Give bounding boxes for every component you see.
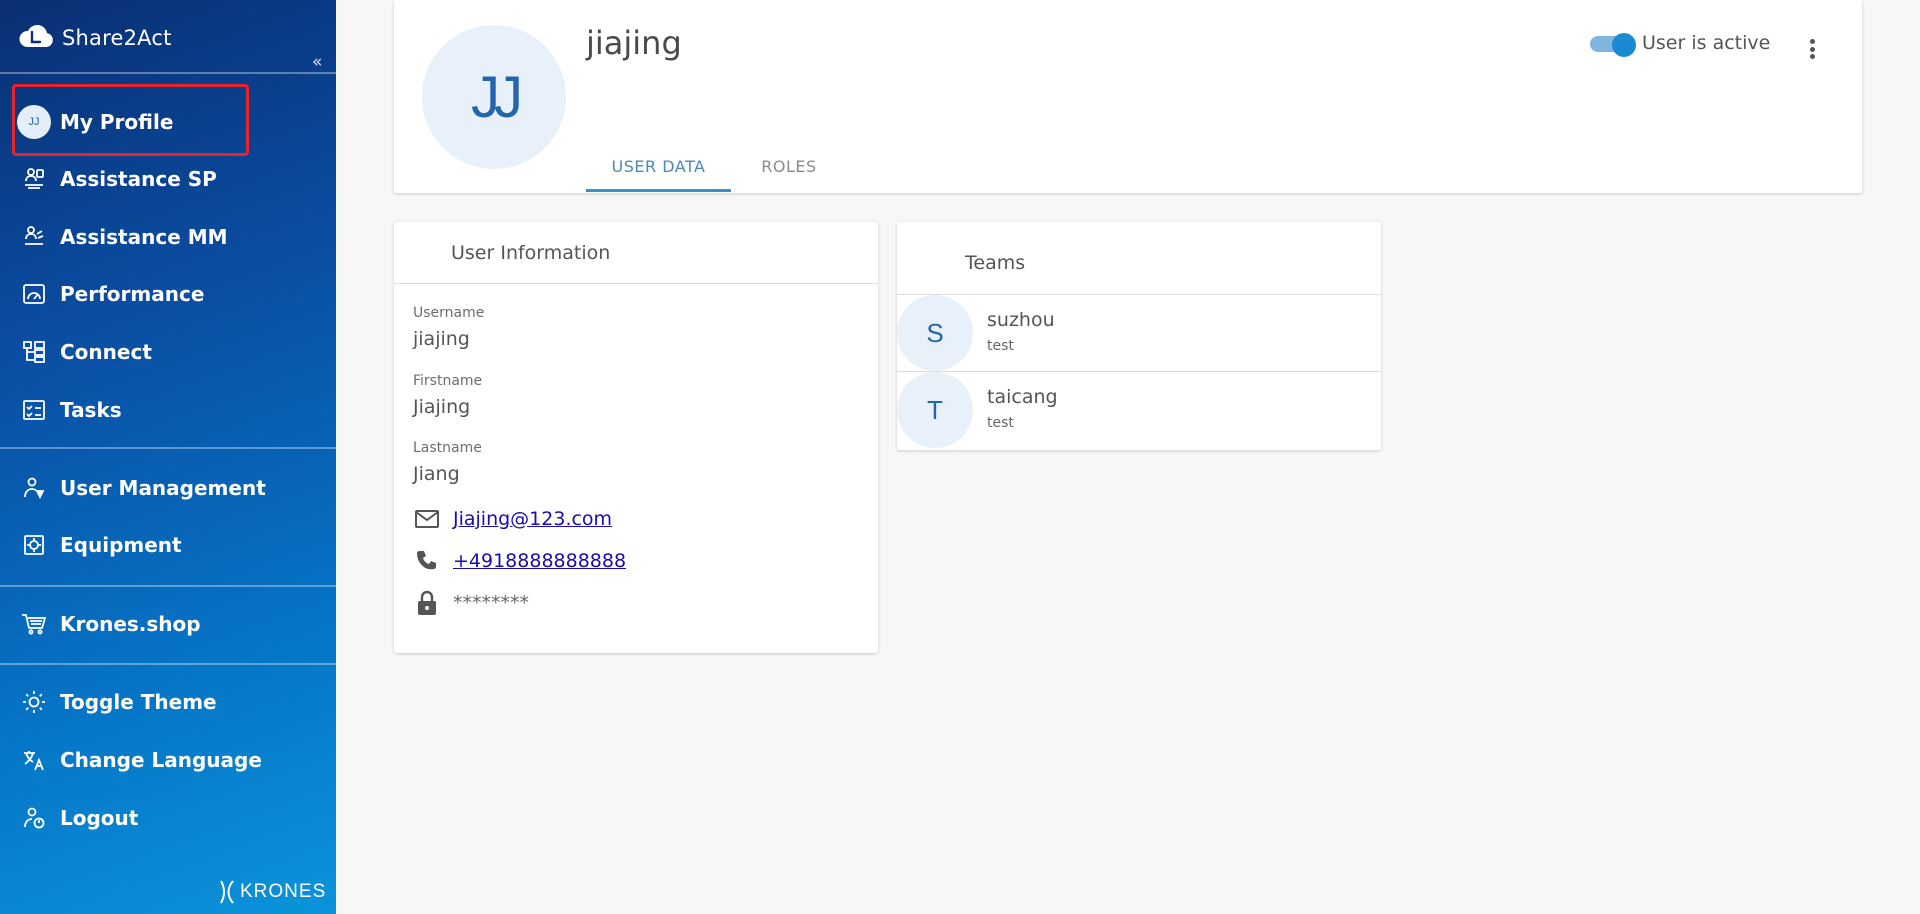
sidebar-item-label: Assistance SP — [60, 167, 217, 191]
username-label: Username — [413, 305, 485, 321]
page-title: jiajing — [586, 24, 682, 62]
sidebar-item-my-profile[interactable]: JJ My Profile — [0, 98, 336, 146]
sidebar-item-label: Krones.shop — [60, 612, 201, 636]
email-icon — [413, 505, 441, 533]
sidebar-item-assistance-sp[interactable]: Assistance SP — [0, 155, 336, 203]
user-information-card: User Information Username jiajing Firstn… — [394, 222, 878, 653]
equipment-icon — [20, 531, 48, 559]
user-active-toggle[interactable]: User is active — [1590, 32, 1771, 57]
krones-mark-icon — [220, 880, 234, 904]
sidebar-item-assistance-mm[interactable]: Assistance MM — [0, 213, 336, 261]
firstname-label: Firstname — [413, 373, 483, 389]
translate-icon — [20, 746, 48, 774]
team-description: test — [987, 415, 1014, 431]
sidebar-divider — [0, 72, 336, 74]
sidebar-item-performance[interactable]: Performance — [0, 270, 336, 318]
username-value: jiajing — [413, 328, 470, 350]
avatar: JJ — [17, 105, 51, 139]
phone-link[interactable]: +4918888888888 — [453, 550, 626, 572]
list-item[interactable]: S suzhou test — [897, 295, 1381, 372]
sidebar-item-change-language[interactable]: Change Language — [0, 736, 336, 784]
sidebar-item-equipment[interactable]: Equipment — [0, 521, 336, 569]
phone-row: +4918888888888 — [413, 547, 626, 575]
lastname-label: Lastname — [413, 440, 482, 456]
sidebar-divider — [0, 585, 336, 587]
user-active-label: User is active — [1642, 32, 1771, 54]
network-icon — [20, 338, 48, 366]
active-tab-indicator — [586, 189, 731, 192]
sidebar-item-label: Equipment — [60, 533, 182, 557]
tab-roles[interactable]: ROLES — [746, 140, 832, 193]
email-link[interactable]: Jiajing@123.com — [453, 508, 612, 530]
sidebar-item-user-management[interactable]: User Management — [0, 464, 336, 512]
card-divider — [394, 283, 878, 284]
sidebar: Share2Act « JJ My Profile Assistance SP … — [0, 0, 336, 914]
assistance-sp-icon — [20, 165, 48, 193]
card-title: Teams — [965, 252, 1026, 274]
cart-icon — [20, 610, 48, 638]
sidebar-item-label: Toggle Theme — [60, 690, 217, 714]
sidebar-item-label: Tasks — [60, 398, 122, 422]
app-name: Share2Act — [62, 26, 172, 50]
checklist-icon — [20, 396, 48, 424]
profile-header-card: JJ jiajing User is active USER DATA ROLE… — [394, 0, 1862, 193]
team-avatar: T — [897, 372, 973, 448]
toggle-switch[interactable] — [1590, 33, 1636, 57]
logout-icon — [20, 804, 48, 832]
app-brand[interactable]: Share2Act — [18, 22, 172, 54]
card-title: User Information — [451, 242, 611, 264]
tab-user-data[interactable]: USER DATA — [586, 140, 731, 193]
lock-icon — [413, 589, 441, 617]
sidebar-item-connect[interactable]: Connect — [0, 328, 336, 376]
lastname-value: Jiang — [413, 463, 460, 485]
sidebar-item-krones-shop[interactable]: Krones.shop — [0, 600, 336, 648]
sidebar-item-label: Change Language — [60, 748, 262, 772]
gauge-icon — [20, 280, 48, 308]
team-description: test — [987, 338, 1014, 354]
sidebar-divider — [0, 663, 336, 665]
sidebar-item-label: Assistance MM — [60, 225, 228, 249]
more-options-icon[interactable] — [1802, 36, 1822, 62]
krones-logo: KRONES — [218, 880, 326, 904]
collapse-sidebar-icon[interactable]: « — [312, 52, 322, 72]
phone-icon — [413, 547, 441, 575]
krones-logo-text: KRONES — [240, 881, 327, 902]
sidebar-divider — [0, 447, 336, 449]
teams-card: Teams S suzhou test T taicang test — [897, 222, 1381, 450]
firstname-value: Jiajing — [413, 396, 471, 418]
team-name: taicang — [987, 386, 1058, 408]
list-item[interactable]: T taicang test — [897, 372, 1381, 449]
assistance-mm-icon — [20, 223, 48, 251]
sidebar-item-logout[interactable]: Logout — [0, 794, 336, 842]
team-name: suzhou — [987, 309, 1055, 331]
sidebar-item-label: User Management — [60, 476, 266, 500]
profile-avatar: JJ — [422, 25, 566, 169]
cloud-logo-icon — [18, 23, 54, 53]
password-value: ******** — [453, 592, 529, 614]
sidebar-item-label: Logout — [60, 806, 139, 830]
sidebar-item-label: My Profile — [60, 110, 174, 134]
password-row: ******** — [413, 589, 529, 617]
sidebar-item-toggle-theme[interactable]: Toggle Theme — [0, 678, 336, 726]
sidebar-item-label: Connect — [60, 340, 152, 364]
user-management-icon — [20, 474, 48, 502]
brightness-icon — [20, 688, 48, 716]
team-avatar: S — [897, 295, 973, 371]
sidebar-item-label: Performance — [60, 282, 205, 306]
email-row: Jiajing@123.com — [413, 505, 612, 533]
sidebar-item-tasks[interactable]: Tasks — [0, 386, 336, 434]
